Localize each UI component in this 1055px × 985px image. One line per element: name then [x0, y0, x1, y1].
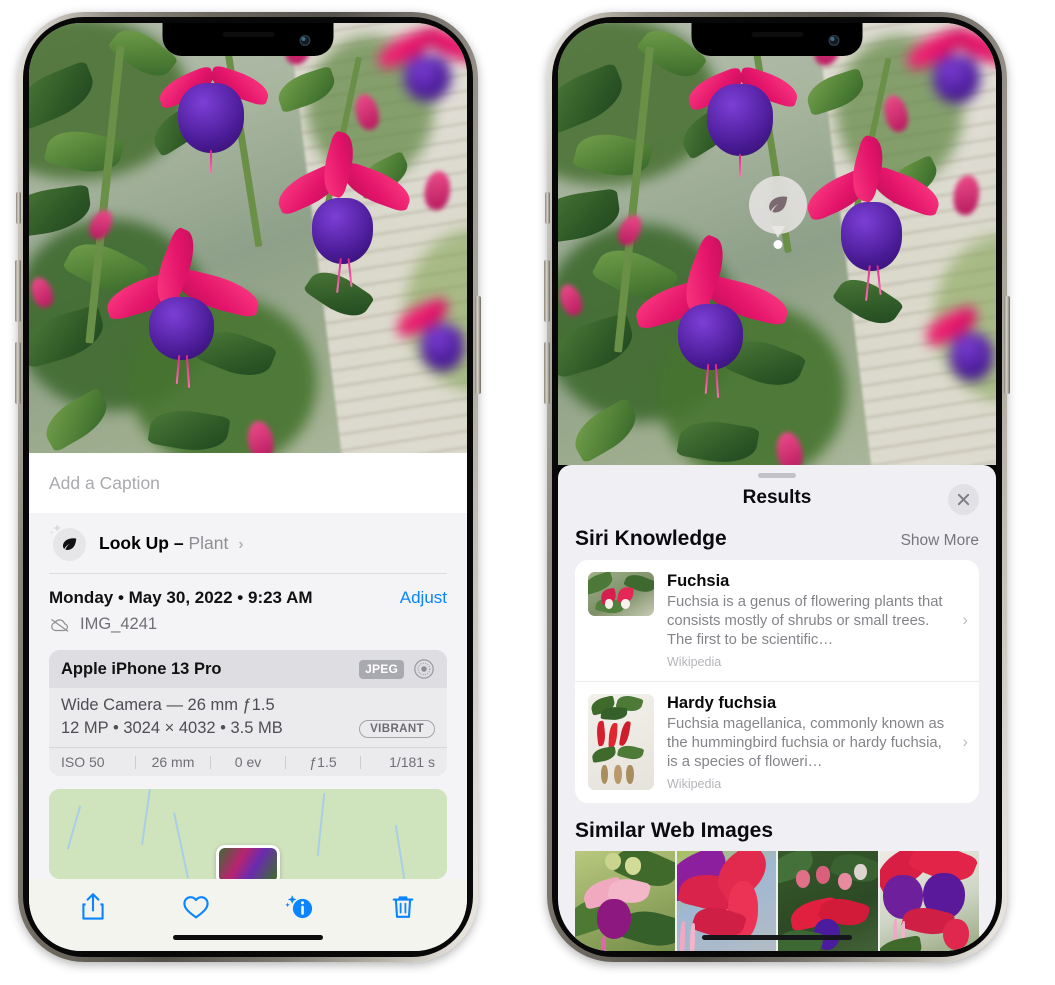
power-button[interactable] — [475, 296, 481, 394]
leaf-icon — [62, 538, 77, 550]
camera-device-name: Apple iPhone 13 Pro — [61, 659, 222, 678]
earpiece-speaker — [751, 32, 803, 37]
trash-icon — [393, 896, 414, 918]
filename: IMG_4241 — [80, 615, 158, 633]
look-up-icon-group — [49, 524, 86, 561]
knowledge-text: Fuchsia Fuchsia is a genus of flowering … — [667, 572, 966, 669]
web-image-4[interactable] — [879, 850, 979, 951]
home-indicator[interactable] — [702, 935, 852, 940]
front-camera — [828, 35, 840, 46]
knowledge-source: Wikipedia — [667, 654, 722, 669]
left-phone-device: Add a Caption Look Up – Plant › Monday •… — [15, 12, 481, 962]
knowledge-source: Wikipedia — [667, 776, 722, 791]
photo-info-sheet: Add a Caption Look Up – Plant › Monday •… — [29, 453, 467, 951]
exif-focal: 26 mm — [151, 754, 195, 770]
lens-info: Wide Camera — 26 mm ƒ1.5 — [61, 696, 275, 714]
capture-date: Monday • May 30, 2022 • 9:23 AM — [49, 588, 313, 607]
knowledge-description: Fuchsia magellanica, commonly known as t… — [667, 715, 945, 770]
siri-knowledge-header: Siri Knowledge Show More — [558, 521, 996, 560]
share-button[interactable] — [70, 886, 116, 928]
front-camera — [299, 35, 311, 46]
right-phone-notch — [691, 23, 863, 56]
caption-field[interactable]: Add a Caption — [29, 453, 467, 513]
info-sparkle-icon — [285, 895, 312, 919]
siri-knowledge-title: Siri Knowledge — [575, 527, 727, 550]
web-image-1[interactable] — [575, 850, 675, 951]
knowledge-title: Fuchsia — [667, 572, 730, 590]
siri-knowledge-card: Fuchsia Fuchsia is a genus of flowering … — [575, 560, 979, 803]
chevron-right-icon: › — [962, 732, 968, 752]
left-phone-screen: Add a Caption Look Up – Plant › Monday •… — [29, 23, 467, 951]
exif-aperture: ƒ1.5 — [309, 754, 337, 770]
home-indicator[interactable] — [173, 935, 323, 940]
photo-viewer[interactable] — [558, 23, 996, 465]
left-phone-notch — [162, 23, 334, 56]
chevron-right-icon: › — [238, 535, 244, 553]
favorite-button[interactable] — [173, 886, 219, 928]
mute-switch[interactable] — [545, 192, 550, 224]
leaf-icon-circle — [53, 528, 86, 561]
knowledge-title: Hardy fuchsia — [667, 693, 777, 712]
photo-toolbar — [29, 879, 467, 951]
look-up-subject: Plant — [188, 532, 229, 553]
results-header: Results — [558, 465, 996, 521]
volume-up-button[interactable] — [544, 260, 550, 322]
look-up-label-group: Look Up – Plant › — [99, 533, 244, 554]
earpiece-speaker — [222, 32, 274, 37]
camera-card-body: Wide Camera — 26 mm ƒ1.5 12 MP • 3024 × … — [49, 688, 447, 747]
look-up-badge[interactable] — [749, 176, 807, 249]
photo-viewer[interactable] — [29, 23, 467, 453]
results-title: Results — [742, 486, 812, 508]
caption-placeholder: Add a Caption — [49, 472, 160, 493]
mute-switch[interactable] — [16, 192, 21, 224]
aperture-icon[interactable] — [413, 658, 435, 680]
delete-button[interactable] — [380, 886, 426, 928]
results-sheet: Results Siri Knowledge Show More Fuchsia… — [558, 465, 996, 951]
power-button[interactable] — [1004, 296, 1010, 394]
photo-metadata: Monday • May 30, 2022 • 9:23 AM Adjust I… — [29, 574, 467, 638]
similar-web-images-header: Similar Web Images — [558, 803, 996, 851]
volume-up-button[interactable] — [15, 260, 21, 322]
camera-info-card[interactable]: Apple iPhone 13 Pro JPEG Wide Camera — 2… — [49, 650, 447, 776]
look-up-row[interactable]: Look Up – Plant › — [29, 513, 467, 573]
adjust-button[interactable]: Adjust — [400, 588, 447, 608]
share-icon — [82, 893, 104, 920]
volume-down-button[interactable] — [544, 342, 550, 404]
photographic-style-badge: VIBRANT — [359, 719, 435, 738]
close-x-icon — [957, 493, 970, 506]
volume-down-button[interactable] — [15, 342, 21, 404]
cloud-slash-icon — [51, 618, 69, 632]
exif-iso: ISO 50 — [61, 754, 105, 770]
knowledge-row[interactable]: Fuchsia Fuchsia is a genus of flowering … — [575, 560, 979, 681]
exif-shutter: 1/181 s — [389, 754, 435, 770]
knowledge-description: Fuchsia is a genus of flowering plants t… — [667, 593, 943, 648]
camera-card-header: Apple iPhone 13 Pro JPEG — [49, 650, 447, 688]
location-map[interactable] — [49, 789, 447, 879]
close-button[interactable] — [948, 484, 979, 515]
look-up-label: Look Up – — [99, 532, 184, 553]
exif-ev: 0 ev — [234, 754, 262, 770]
chevron-right-icon: › — [962, 610, 968, 630]
leaf-icon — [769, 196, 788, 213]
fuchsia-thumbnail — [588, 572, 654, 616]
similar-web-images-title: Similar Web Images — [575, 818, 774, 842]
right-phone-screen: Results Siri Knowledge Show More Fuchsia… — [558, 23, 996, 951]
show-more-button[interactable]: Show More — [901, 532, 979, 550]
info-button[interactable] — [277, 886, 323, 928]
photo-thumbnail-pin[interactable] — [216, 845, 280, 879]
exif-row: ISO 50 26 mm 0 ev ƒ1.5 1/181 s — [49, 747, 447, 776]
right-phone-device: Results Siri Knowledge Show More Fuchsia… — [544, 12, 1010, 962]
format-badge: JPEG — [359, 659, 404, 679]
knowledge-text: Hardy fuchsia Fuchsia magellanica, commo… — [667, 694, 966, 791]
knowledge-row[interactable]: Hardy fuchsia Fuchsia magellanica, commo… — [575, 680, 979, 803]
hardy-fuchsia-thumbnail — [588, 693, 654, 790]
screenshot-stage: Add a Caption Look Up – Plant › Monday •… — [0, 0, 1055, 985]
file-size-info: 12 MP • 3024 × 4032 • 3.5 MB — [61, 719, 283, 737]
heart-icon — [183, 896, 209, 919]
